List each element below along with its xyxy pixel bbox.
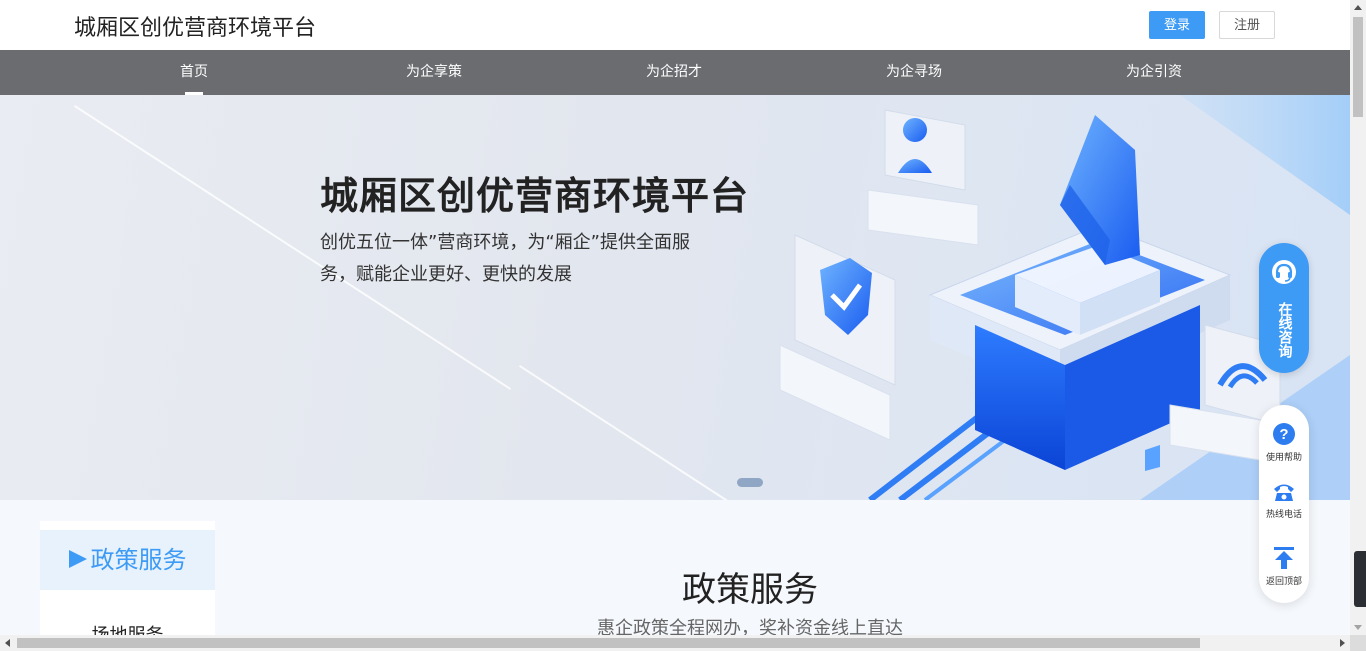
help-label: 使用帮助 (1265, 453, 1302, 463)
content-section: 政策服务 场地服务 政策服务 惠企政策全程网办，奖补资金线上直达 (0, 500, 1350, 635)
nav-item-talent[interactable]: 为企招才 (614, 50, 734, 95)
page: 城厢区创优营商环境平台 登录 注册 首页 为企享策 为企招才 为企寻场 为企引资… (0, 0, 1350, 635)
hero-banner[interactable]: 城厢区创优营商环境平台 创优五位一体”营商环境，为“厢企”提供全面服务，赋能企业… (0, 95, 1350, 500)
login-button[interactable]: 登录 (1149, 11, 1205, 39)
back-to-top-button[interactable]: 返回顶部 (1259, 546, 1309, 587)
phone-icon (1274, 484, 1294, 501)
float-toolbar: ? 使用帮助 热线电话 返回顶部 (1259, 405, 1309, 603)
section-title: 政策服务 (682, 570, 818, 610)
help-icon: ? (1273, 423, 1295, 445)
edge-widget-tab[interactable] (1354, 551, 1366, 607)
vertical-scrollbar[interactable] (1350, 0, 1366, 635)
nav-item-home[interactable]: 首页 (134, 50, 254, 95)
horizontal-scrollbar[interactable] (0, 635, 1350, 651)
hotline-button[interactable]: 热线电话 (1259, 481, 1309, 520)
scroll-up-arrow-icon[interactable] (1354, 5, 1362, 10)
scroll-right-arrow-icon[interactable] (1340, 639, 1345, 647)
register-button[interactable]: 注册 (1219, 11, 1275, 39)
banner-description: 创优五位一体”营商环境，为“厢企”提供全面服务，赋能企业更好、更快的发展 (320, 232, 690, 285)
scrollbar-corner (1350, 635, 1366, 651)
site-title[interactable]: 城厢区创优营商环境平台 (74, 10, 316, 42)
back-to-top-label: 返回顶部 (1265, 577, 1302, 587)
top-header: 城厢区创优营商环境平台 登录 注册 (0, 0, 1350, 50)
scroll-left-arrow-icon[interactable] (5, 639, 10, 647)
banner-title: 城厢区创优营商环境平台 (320, 174, 750, 218)
nav-item-venue[interactable]: 为企寻场 (854, 50, 974, 95)
nav-item-policy[interactable]: 为企享策 (374, 50, 494, 95)
carousel-indicator[interactable] (737, 478, 763, 487)
hotline-label: 热线电话 (1265, 510, 1302, 520)
main-nav: 首页 为企享策 为企招才 为企寻场 为企引资 (0, 50, 1350, 95)
svg-text:?: ? (1279, 426, 1288, 443)
nav-item-investment[interactable]: 为企引资 (1094, 50, 1214, 95)
online-consult-button[interactable]: 在线咨询 (1259, 243, 1309, 373)
section-subtitle: 惠企政策全程网办，奖补资金线上直达 (597, 618, 903, 635)
horizontal-scroll-thumb[interactable] (17, 638, 1200, 648)
headset-icon (1272, 260, 1296, 284)
vertical-scroll-thumb[interactable] (1353, 17, 1363, 117)
back-to-top-icon (1274, 547, 1294, 569)
help-button[interactable]: ? 使用帮助 (1259, 422, 1309, 463)
online-consult-label: 在线咨询 (1276, 302, 1293, 358)
scroll-down-arrow-icon[interactable] (1354, 625, 1362, 630)
